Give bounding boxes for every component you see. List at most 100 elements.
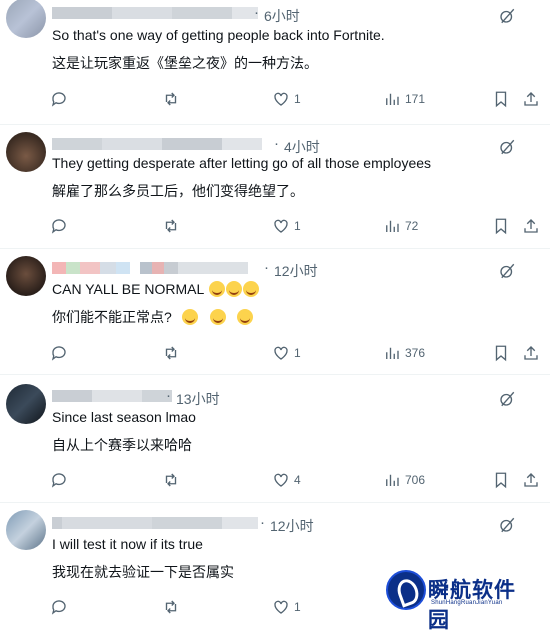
face-emoji-icon [237,309,254,325]
repost-button[interactable] [162,217,180,235]
reply-text: I will test it now if its true [52,536,203,552]
avatar[interactable] [6,0,46,38]
like-count: 1 [294,219,301,233]
timestamp[interactable]: 12小时 [274,261,318,281]
repost-icon [165,346,177,360]
bookmark-icon [495,345,507,362]
reply-text-translation: 我现在就去验证一下是否属实 [52,564,234,580]
reply-item[interactable]: · 6小时 So that's one way of getting peopl… [0,0,550,125]
repost-icon [165,92,177,106]
timestamp[interactable]: 12小时 [270,516,314,536]
like-button[interactable]: 1 [272,344,301,362]
reply-button[interactable] [50,598,68,616]
timestamp[interactable]: 4小时 [284,137,320,157]
views-icon [386,474,399,486]
views-button[interactable]: 171 [383,90,425,108]
reply-button[interactable] [50,471,68,489]
reply-item[interactable]: · 12小时 CAN YALL BE NORMAL 你们能不能正常点? 1 37… [0,248,550,375]
avatar[interactable] [6,384,46,424]
repost-icon [165,219,177,233]
reply-icon [51,346,66,361]
like-button[interactable]: 1 [272,90,301,108]
views-count: 376 [405,346,426,360]
share-icon [524,92,538,106]
bookmark-button[interactable] [492,90,510,108]
like-count: 1 [294,92,301,106]
separator-dot: · [274,135,279,152]
bookmark-button[interactable] [492,344,510,362]
blurred-username [52,390,172,402]
avatar[interactable] [6,256,46,296]
timestamp[interactable]: 6小时 [264,6,300,26]
reply-text: CAN YALL BE NORMAL [52,281,259,297]
reply-icon [51,473,66,488]
repost-button[interactable] [162,598,180,616]
grok-icon[interactable] [498,262,516,280]
repost-icon [165,600,177,614]
views-button[interactable]: 376 [383,344,425,362]
grok-icon[interactable] [498,7,516,25]
blurred-username [52,262,248,274]
share-icon [524,219,538,233]
repost-button[interactable] [162,90,180,108]
reply-text-translation-body: 你们能不能正常点? [52,309,172,325]
reply-button[interactable] [50,344,68,362]
watermark-logo-icon [386,570,426,610]
reply-text-translation: 这是让玩家重返《堡垒之夜》的一种方法。 [52,55,318,71]
like-count: 4 [294,473,301,487]
face-emoji-icon [208,281,225,297]
watermark-subtitle: ShunHangRuanJianYuan [431,600,503,606]
heart-icon [274,92,288,106]
share-icon [524,346,538,360]
grok-icon[interactable] [498,138,516,156]
separator-dot: · [264,259,269,276]
share-button[interactable] [522,90,540,108]
like-button[interactable]: 1 [272,217,301,235]
face-emoji-icon [181,309,198,325]
reply-text-translation: 解雇了那么多员工后，他们变得绝望了。 [52,183,304,199]
repost-button[interactable] [162,471,180,489]
face-emoji-icon [225,281,242,297]
heart-icon [274,600,288,614]
like-count: 1 [294,600,301,614]
repost-button[interactable] [162,344,180,362]
reply-text: So that's one way of getting people back… [52,27,385,43]
reply-item[interactable]: · 13小时 Since last season lmao 自从上个赛季以来哈哈… [0,374,550,503]
share-icon [524,473,538,487]
grok-icon[interactable] [498,516,516,534]
bookmark-button[interactable] [492,217,510,235]
views-button[interactable]: 706 [383,471,425,489]
repost-icon [165,473,177,487]
views-count: 72 [405,219,419,233]
separator-dot: · [254,4,259,21]
separator-dot: · [166,387,171,404]
reply-item[interactable]: · 4小时 They getting desperate after letti… [0,124,550,249]
reply-button[interactable] [50,90,68,108]
like-button[interactable]: 1 [272,598,301,616]
avatar[interactable] [6,510,46,550]
blurred-username [52,138,262,150]
bookmark-button[interactable] [492,471,510,489]
timestamp[interactable]: 13小时 [176,389,220,409]
site-watermark: 瞬航软件园 ShunHangRuanJianYuan [386,570,516,632]
reply-icon [51,600,66,615]
heart-icon [274,219,288,233]
blurred-username [52,7,258,19]
reply-button[interactable] [50,217,68,235]
reply-text-translation: 自从上个赛季以来哈哈 [52,437,192,453]
reply-icon [51,219,66,234]
views-icon [386,220,399,232]
like-button[interactable]: 4 [272,471,301,489]
grok-icon[interactable] [498,390,516,408]
reply-text-body: CAN YALL BE NORMAL [52,281,204,297]
avatar[interactable] [6,132,46,172]
blurred-username [52,517,258,529]
bookmark-icon [495,218,507,235]
views-button[interactable]: 72 [383,217,418,235]
share-button[interactable] [522,344,540,362]
views-count: 171 [405,92,426,106]
reply-text: They getting desperate after letting go … [52,155,432,171]
share-button[interactable] [522,471,540,489]
share-button[interactable] [522,217,540,235]
action-bar: 1 72 [50,217,538,237]
